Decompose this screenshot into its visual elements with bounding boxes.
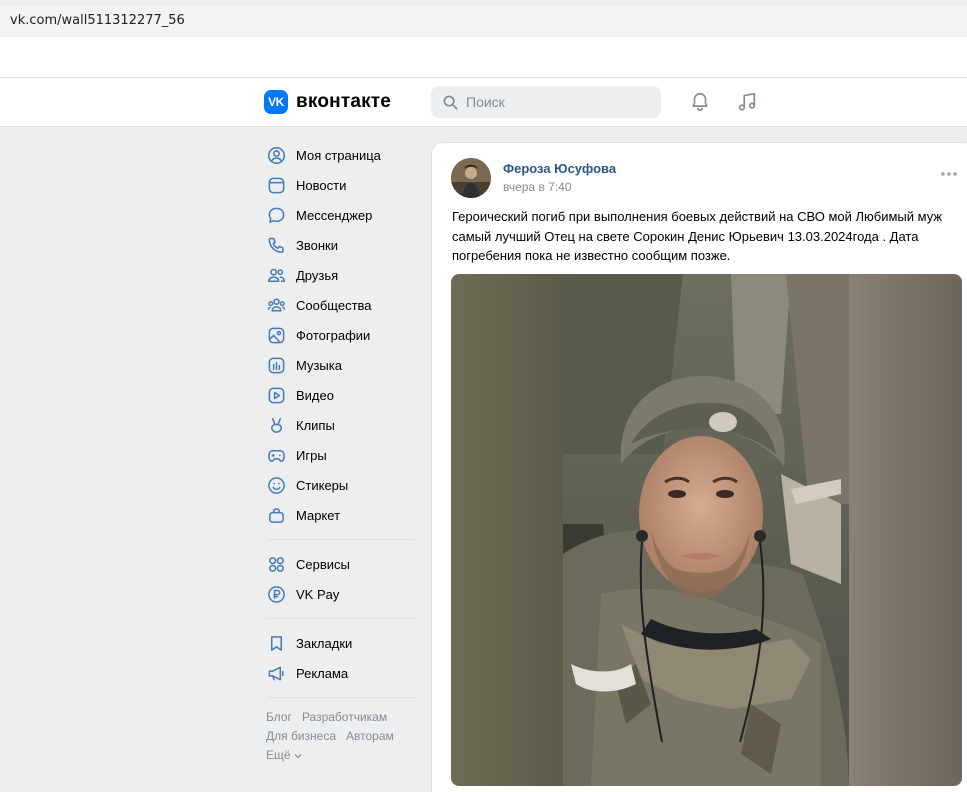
video-icon [268, 387, 284, 403]
clips-icon [270, 417, 282, 433]
footer-link-business[interactable]: Для бизнеса [266, 729, 336, 743]
footer-link-blog[interactable]: Блог [266, 710, 292, 724]
sidebar-item-ads[interactable]: Реклама [263, 658, 418, 688]
sidebar-item-label: Сервисы [296, 556, 350, 572]
vk-logo-text: вконтакте [296, 91, 392, 112]
message-icon [268, 207, 284, 223]
post-text: Героический погиб при выполнения боевых … [452, 209, 943, 263]
sidebar-item-calls[interactable]: Звонки [263, 230, 418, 260]
ruble-icon [267, 585, 285, 603]
friends-icon [267, 268, 285, 282]
post-author[interactable]: Фероза Юсуфова [503, 161, 616, 176]
sidebar-divider [267, 539, 414, 540]
sidebar-item-clips[interactable]: Клипы [263, 410, 418, 440]
sidebar-item-label: Друзья [296, 267, 339, 283]
sidebar-item-label: Сообщества [296, 297, 372, 313]
sidebar-item-friends[interactable]: Друзья [263, 260, 418, 290]
sidebar-item-communities[interactable]: Сообщества [263, 290, 418, 320]
sidebar-item-vk-pay[interactable]: VK Pay [263, 579, 418, 609]
bell-icon[interactable] [689, 91, 711, 113]
search-box[interactable] [431, 86, 661, 118]
footer-link-authors[interactable]: Авторам [346, 729, 394, 743]
music-icon [268, 357, 284, 373]
sidebar-item-label: Стикеры [296, 477, 349, 493]
sidebar-item-messenger[interactable]: Мессенджер [263, 200, 418, 230]
communities-icon [267, 297, 285, 311]
smile-icon [267, 476, 285, 494]
vk-header: VK вконтакте [0, 78, 967, 127]
sidebar-item-label: Моя страница [296, 147, 381, 163]
more-options-icon[interactable] [939, 169, 959, 179]
author-avatar[interactable] [451, 158, 491, 198]
sidebar-item-label: Видео [296, 387, 334, 403]
sidebar-footer-links: Блог Разработчикам Для бизнеса Авторам Ещё [266, 708, 418, 765]
url-text: vk.com/wall511312277_56 [10, 13, 185, 28]
sidebar-item-market[interactable]: Маркет [263, 500, 418, 530]
services-icon [268, 556, 284, 572]
sidebar-divider [267, 618, 414, 619]
sidebar-item-services[interactable]: Сервисы [263, 549, 418, 579]
music-note-icon[interactable] [736, 91, 758, 113]
gamepad-icon [267, 449, 285, 462]
sidebar-item-label: Новости [296, 177, 347, 193]
sidebar-item-label: Звонки [296, 237, 338, 253]
bookmark-icon [270, 635, 282, 651]
bag-icon [268, 507, 284, 523]
sidebar-item-label: Маркет [296, 507, 341, 523]
footer-link-developers[interactable]: Разработчикам [302, 710, 387, 724]
sidebar-item-games[interactable]: Игры [263, 440, 418, 470]
photo-icon [268, 327, 284, 343]
sidebar-item-photos[interactable]: Фотографии [263, 320, 418, 350]
left-sidebar: Моя страница Новости Мессенджер Звонки Д… [263, 140, 418, 765]
vk-logo[interactable]: VK вконтакте [264, 90, 391, 114]
vk-logo-icon: VK [264, 90, 288, 114]
megaphone-icon [268, 666, 283, 680]
user-circle-icon [267, 146, 285, 164]
sidebar-item-bookmarks[interactable]: Закладки [263, 628, 418, 658]
search-input[interactable] [466, 94, 646, 110]
sidebar-item-my-page[interactable]: Моя страница [263, 140, 418, 170]
post-time[interactable]: вчера в 7:40 [503, 180, 572, 194]
wall-post: Фероза Юсуфова вчера в 7:40 Героический … [431, 142, 967, 792]
sidebar-item-label: VK Pay [296, 586, 340, 602]
sidebar-item-label: Музыка [296, 357, 342, 373]
sidebar-divider [267, 697, 414, 698]
sidebar-item-label: Закладки [296, 635, 353, 651]
address-bar[interactable]: vk.com/wall511312277_56 [0, 4, 967, 37]
sidebar-item-video[interactable]: Видео [263, 380, 418, 410]
news-icon [268, 177, 284, 193]
sidebar-item-label: Игры [296, 447, 327, 463]
sidebar-item-label: Реклама [296, 665, 349, 681]
chevron-down-icon [294, 754, 301, 759]
footer-link-more[interactable]: Ещё [266, 748, 302, 762]
sidebar-item-music[interactable]: Музыка [263, 350, 418, 380]
post-photo[interactable] [451, 274, 962, 786]
sidebar-item-label: Мессенджер [296, 207, 373, 223]
sidebar-item-label: Клипы [296, 417, 335, 433]
sidebar-item-label: Фотографии [296, 327, 371, 343]
phone-icon [268, 237, 284, 253]
browser-toolbar-strip [0, 37, 967, 78]
sidebar-item-news[interactable]: Новости [263, 170, 418, 200]
sidebar-item-stickers[interactable]: Стикеры [263, 470, 418, 500]
footer-more-label: Ещё [266, 748, 291, 762]
search-icon [443, 95, 458, 109]
